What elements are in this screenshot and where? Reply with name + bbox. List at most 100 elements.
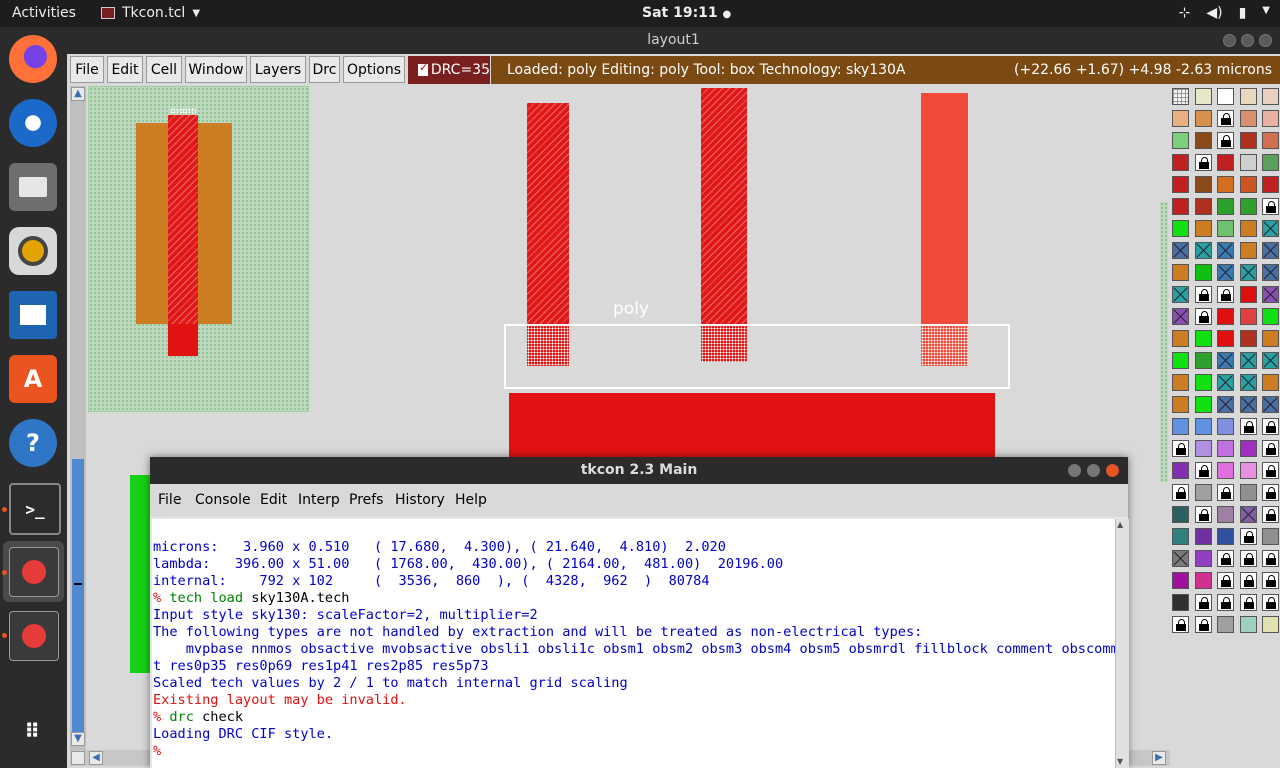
layer-swatch[interactable]	[1172, 286, 1189, 303]
layer-swatch[interactable]	[1194, 220, 1212, 237]
layer-swatch[interactable]	[1262, 616, 1279, 633]
layer-swatch[interactable]	[1194, 132, 1212, 149]
rhythmbox-icon[interactable]	[9, 227, 57, 275]
layer-swatch[interactable]	[1194, 330, 1212, 347]
lock-icon[interactable]	[1172, 440, 1189, 457]
lock-icon[interactable]	[1262, 440, 1279, 457]
layer-swatch[interactable]	[1262, 528, 1279, 545]
layer-swatch[interactable]	[1172, 198, 1189, 215]
lock-icon[interactable]	[1239, 572, 1257, 589]
layer-swatch[interactable]	[1262, 132, 1279, 149]
layer-swatch[interactable]	[1194, 572, 1212, 589]
maximize-button[interactable]	[1241, 34, 1254, 47]
layer-swatch[interactable]	[1239, 176, 1257, 193]
scroll-down-arrow[interactable]: ▼	[71, 732, 85, 746]
layer-swatch[interactable]	[1262, 308, 1279, 325]
drc-checkbox[interactable]	[418, 61, 428, 76]
lock-icon[interactable]	[1194, 462, 1212, 479]
layer-swatch[interactable]	[1239, 198, 1257, 215]
layer-swatch[interactable]	[1262, 374, 1279, 391]
layer-swatch[interactable]	[1194, 484, 1212, 501]
layer-swatch[interactable]	[1262, 176, 1279, 193]
layer-swatch[interactable]	[1172, 572, 1189, 589]
layer-swatch[interactable]	[1172, 374, 1189, 391]
lock-icon[interactable]	[1217, 132, 1234, 149]
lock-icon[interactable]	[1172, 616, 1189, 633]
layer-swatch[interactable]	[1262, 286, 1279, 303]
lock-icon[interactable]	[1194, 594, 1212, 611]
layer-swatch[interactable]	[1172, 418, 1189, 435]
layer-swatch[interactable]	[1194, 242, 1212, 259]
layer-swatch[interactable]	[1239, 484, 1257, 501]
menu-edit[interactable]: Edit	[107, 56, 143, 83]
layer-swatch[interactable]	[1239, 286, 1257, 303]
layer-swatch[interactable]	[1217, 264, 1234, 281]
layer-swatch[interactable]	[1194, 440, 1212, 457]
layer-swatch[interactable]	[1239, 396, 1257, 413]
minimize-button[interactable]	[1223, 34, 1236, 47]
layer-swatch[interactable]	[1239, 330, 1257, 347]
scroll-left-arrow[interactable]: ◀	[89, 751, 103, 765]
layer-swatch[interactable]	[1217, 88, 1234, 105]
layer-swatch[interactable]	[1194, 198, 1212, 215]
layer-swatch[interactable]	[1172, 396, 1189, 413]
lock-icon[interactable]	[1194, 308, 1212, 325]
layer-swatch[interactable]	[1172, 308, 1189, 325]
tkcon-minimize-button[interactable]	[1068, 464, 1081, 477]
layer-swatch[interactable]	[1172, 242, 1189, 259]
layer-swatch[interactable]	[1262, 330, 1279, 347]
layer-swatch[interactable]	[1194, 352, 1212, 369]
layer-swatch[interactable]	[1217, 462, 1234, 479]
tkcon-titlebar[interactable]: tkcon 2.3 Main	[150, 457, 1128, 484]
layer-swatch[interactable]	[1217, 220, 1234, 237]
magic-app-icon[interactable]	[9, 547, 59, 597]
tkcon-menu-interp[interactable]: Interp	[298, 492, 340, 508]
layer-swatch[interactable]	[1239, 440, 1257, 457]
layer-swatch[interactable]	[1262, 88, 1279, 105]
layer-swatch[interactable]	[1172, 352, 1189, 369]
lock-icon[interactable]	[1194, 154, 1212, 171]
layer-swatch[interactable]	[1239, 88, 1257, 105]
menu-cell[interactable]: Cell	[146, 56, 182, 83]
firefox-icon[interactable]	[9, 35, 57, 83]
tkcon-scrollbar[interactable]: ▲ ▼	[1115, 519, 1129, 768]
lock-icon[interactable]	[1194, 506, 1212, 523]
scroll-up-arrow[interactable]: ▲	[1117, 520, 1123, 529]
layer-swatch[interactable]	[1239, 374, 1257, 391]
layer-swatch[interactable]	[1217, 198, 1234, 215]
activities-button[interactable]: Activities	[12, 5, 76, 21]
layer-swatch[interactable]	[1239, 308, 1257, 325]
software-center-icon[interactable]: A	[9, 355, 57, 403]
canvas-vertical-scrollbar[interactable]: ▲ ▼	[70, 86, 86, 750]
layer-swatch[interactable]	[1194, 264, 1212, 281]
layer-swatch[interactable]	[1239, 154, 1257, 171]
layer-swatch[interactable]	[1239, 220, 1257, 237]
layer-swatch[interactable]	[1262, 220, 1279, 237]
lock-icon[interactable]	[1217, 484, 1234, 501]
help-icon[interactable]: ?	[9, 419, 57, 467]
layer-swatch[interactable]	[1239, 506, 1257, 523]
layer-swatch[interactable]	[1262, 352, 1279, 369]
layer-swatch[interactable]	[1217, 396, 1234, 413]
layer-swatch[interactable]	[1262, 154, 1279, 171]
lock-icon[interactable]	[1217, 286, 1234, 303]
lock-icon[interactable]	[1262, 594, 1279, 611]
layer-swatch[interactable]	[1172, 462, 1189, 479]
close-button[interactable]	[1259, 34, 1272, 47]
lock-icon[interactable]	[1262, 550, 1279, 567]
lock-icon[interactable]	[1262, 198, 1279, 215]
layer-swatch[interactable]	[1172, 110, 1189, 127]
magic-window-titlebar[interactable]: layout1	[67, 27, 1280, 54]
layer-swatch[interactable]	[1262, 242, 1279, 259]
lock-icon[interactable]	[1217, 594, 1234, 611]
lock-icon[interactable]	[1262, 462, 1279, 479]
layer-swatch[interactable]	[1239, 462, 1257, 479]
magic-app-icon-2[interactable]	[9, 611, 59, 661]
layer-swatch[interactable]	[1217, 506, 1234, 523]
layer-swatch[interactable]	[1194, 396, 1212, 413]
files-icon[interactable]	[9, 163, 57, 211]
layer-swatch[interactable]	[1172, 176, 1189, 193]
lock-icon[interactable]	[1239, 594, 1257, 611]
layer-swatch[interactable]	[1239, 242, 1257, 259]
layer-swatch[interactable]	[1172, 594, 1189, 611]
